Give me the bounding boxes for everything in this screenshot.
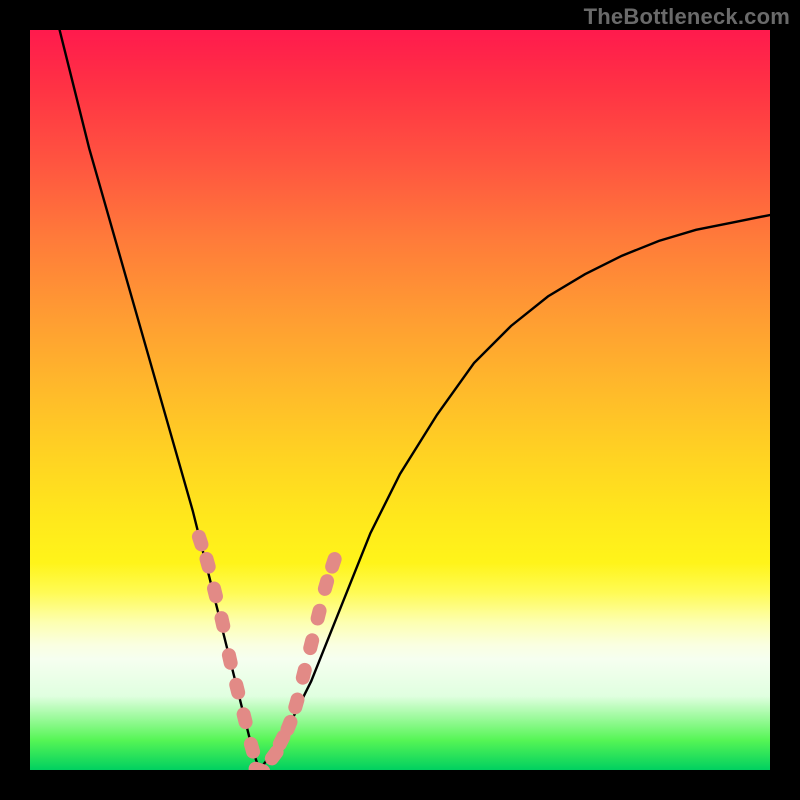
data-marker — [242, 735, 261, 760]
data-marker — [235, 706, 254, 731]
data-marker — [316, 573, 335, 598]
data-marker — [206, 580, 225, 605]
watermark-text: TheBottleneck.com — [584, 4, 790, 30]
data-marker — [221, 647, 239, 672]
data-marker — [198, 550, 217, 575]
chart-container: { "watermark": "TheBottleneck.com", "col… — [0, 0, 800, 800]
data-marker — [309, 602, 328, 627]
data-marker — [228, 676, 247, 701]
curve-layer — [30, 30, 770, 770]
bottleneck-curve — [259, 215, 770, 770]
data-marker — [302, 632, 321, 657]
data-marker — [323, 550, 343, 575]
data-marker — [190, 528, 210, 553]
plot-area — [30, 30, 770, 770]
data-marker — [213, 610, 231, 635]
